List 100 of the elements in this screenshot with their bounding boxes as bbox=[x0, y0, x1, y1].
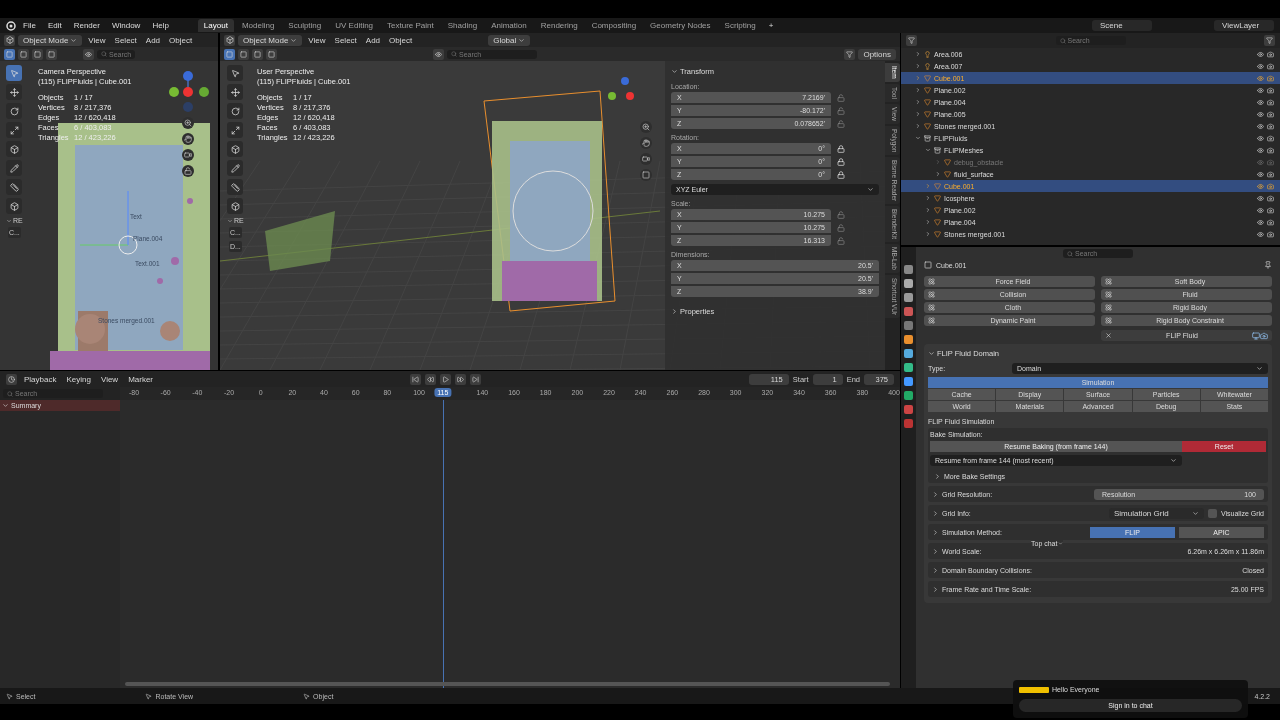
workspace-tab[interactable]: Rendering bbox=[534, 19, 584, 32]
scale-icon[interactable] bbox=[6, 122, 23, 138]
chevron-right-icon bbox=[932, 566, 939, 574]
menu-item[interactable]: Select bbox=[331, 35, 360, 45]
menu-item[interactable]: File bbox=[18, 21, 41, 30]
skip-back-icon[interactable] bbox=[409, 373, 421, 385]
selection-mode-icon[interactable] bbox=[266, 48, 277, 60]
clock-icon[interactable] bbox=[6, 373, 17, 385]
workspace-tab[interactable]: Texture Paint bbox=[381, 19, 440, 32]
chevron-down-icon bbox=[227, 217, 233, 224]
chevron-down-icon bbox=[6, 217, 12, 224]
menu-item[interactable]: Edit bbox=[42, 21, 67, 30]
pencil-icon[interactable] bbox=[6, 160, 23, 176]
skip-forward-icon[interactable] bbox=[469, 373, 481, 385]
lock-icon[interactable] bbox=[837, 144, 845, 153]
options-dropdown[interactable]: Options bbox=[858, 48, 896, 60]
atom-icon bbox=[928, 278, 935, 285]
cursor-icon[interactable] bbox=[227, 65, 244, 81]
menu-item[interactable]: Keying bbox=[63, 374, 94, 384]
box-icon bbox=[934, 146, 941, 154]
selection-mode-icon[interactable] bbox=[224, 48, 235, 60]
transform-icon[interactable] bbox=[227, 141, 244, 157]
menu-item[interactable]: Help bbox=[147, 21, 174, 30]
menu-item[interactable]: View bbox=[97, 374, 122, 384]
pencil-icon[interactable] bbox=[227, 160, 244, 176]
visibility-icon[interactable] bbox=[83, 48, 94, 60]
menu-item[interactable]: Object bbox=[386, 35, 416, 45]
add-workspace-button[interactable]: + bbox=[763, 21, 779, 30]
ruler-icon[interactable] bbox=[6, 179, 23, 195]
mode-dropdown[interactable]: Object Mode bbox=[238, 34, 303, 46]
workspace-tab[interactable]: Scripting bbox=[718, 19, 762, 32]
editor-type-icon[interactable] bbox=[224, 34, 235, 46]
menu-item[interactable]: Add bbox=[362, 35, 384, 45]
menu-item[interactable]: View bbox=[305, 35, 329, 45]
cube-icon[interactable] bbox=[227, 198, 244, 214]
chevron-right-icon bbox=[932, 490, 939, 498]
search-icon bbox=[451, 51, 457, 57]
eye-icon[interactable] bbox=[1257, 182, 1264, 190]
orientation-dropdown[interactable]: Global bbox=[488, 34, 531, 46]
move-icon[interactable] bbox=[227, 84, 244, 100]
pin-icon[interactable] bbox=[1264, 261, 1272, 269]
cursor-icon[interactable] bbox=[6, 65, 23, 81]
workspace-tab[interactable]: Layout bbox=[197, 19, 234, 32]
atom-icon bbox=[1105, 278, 1112, 285]
workspace-tab[interactable]: Compositing bbox=[585, 19, 643, 32]
workspace-tab[interactable]: Geometry Nodes bbox=[644, 19, 717, 32]
workspace-tab[interactable]: Modeling bbox=[235, 19, 281, 32]
menu-item[interactable]: Render bbox=[68, 21, 105, 30]
scene-field[interactable]: Scene bbox=[1092, 20, 1152, 31]
close-icon[interactable] bbox=[1105, 332, 1112, 339]
move-icon[interactable] bbox=[6, 84, 23, 100]
ruler-icon[interactable] bbox=[227, 179, 244, 195]
selection-mode-icon[interactable] bbox=[4, 48, 15, 60]
transform-icon[interactable] bbox=[6, 141, 23, 157]
box-icon bbox=[924, 134, 931, 142]
atom-icon bbox=[928, 317, 935, 324]
checkbox[interactable] bbox=[1207, 508, 1217, 518]
workspace-tab[interactable]: Animation bbox=[485, 19, 533, 32]
atom-icon bbox=[1105, 291, 1112, 298]
menu-item[interactable]: Marker bbox=[125, 374, 157, 384]
selection-mode-icon[interactable] bbox=[18, 48, 29, 60]
filter-icon[interactable] bbox=[844, 48, 856, 60]
selection-mode-icon[interactable] bbox=[32, 48, 43, 60]
menu-item[interactable]: Window bbox=[106, 21, 146, 30]
camera-icon[interactable] bbox=[1260, 331, 1268, 340]
menu-item[interactable]: Object bbox=[166, 35, 196, 45]
editor-type-icon[interactable] bbox=[4, 34, 15, 46]
display-mode-icon[interactable] bbox=[906, 35, 917, 46]
lock-icon[interactable] bbox=[837, 157, 845, 166]
rotate-icon[interactable] bbox=[227, 103, 244, 119]
chevron-down-icon bbox=[518, 36, 526, 44]
workspace-tab[interactable]: UV Editing bbox=[329, 19, 380, 32]
selection-mode-icon[interactable] bbox=[238, 48, 249, 60]
menu-item[interactable]: Playback bbox=[21, 374, 60, 384]
cube-icon[interactable] bbox=[6, 198, 23, 214]
scrollbar[interactable] bbox=[125, 682, 890, 686]
menu-item[interactable]: View bbox=[85, 35, 109, 45]
chevron-down-icon bbox=[70, 36, 78, 44]
menu-item[interactable]: Select bbox=[111, 35, 140, 45]
view-layer-field[interactable]: ViewLayer bbox=[1214, 20, 1274, 31]
play-icon[interactable] bbox=[439, 373, 451, 385]
selection-mode-icon[interactable] bbox=[46, 48, 57, 60]
visibility-icon[interactable] bbox=[433, 48, 444, 60]
monitor-icon[interactable] bbox=[1252, 331, 1260, 340]
rotate-icon[interactable] bbox=[6, 103, 23, 119]
scale-icon[interactable] bbox=[227, 122, 244, 138]
object-icon bbox=[924, 261, 932, 269]
menu-item[interactable]: Add bbox=[142, 35, 164, 45]
grid-dropdown[interactable]: Simulation Grid bbox=[1108, 507, 1204, 519]
lock-icon[interactable] bbox=[837, 170, 845, 179]
search-icon bbox=[7, 390, 13, 397]
eye-icon[interactable] bbox=[1257, 74, 1264, 82]
workspace-tab[interactable]: Shading bbox=[441, 19, 484, 32]
workspace-tab[interactable]: Sculpting bbox=[282, 19, 328, 32]
mouse-icon bbox=[145, 692, 153, 700]
filter-icon[interactable] bbox=[1264, 35, 1275, 46]
selection-mode-icon[interactable] bbox=[252, 48, 263, 60]
fast-forward-icon[interactable] bbox=[454, 373, 466, 385]
rewind-icon[interactable] bbox=[424, 373, 436, 385]
mode-dropdown[interactable]: Object Mode bbox=[18, 34, 83, 46]
